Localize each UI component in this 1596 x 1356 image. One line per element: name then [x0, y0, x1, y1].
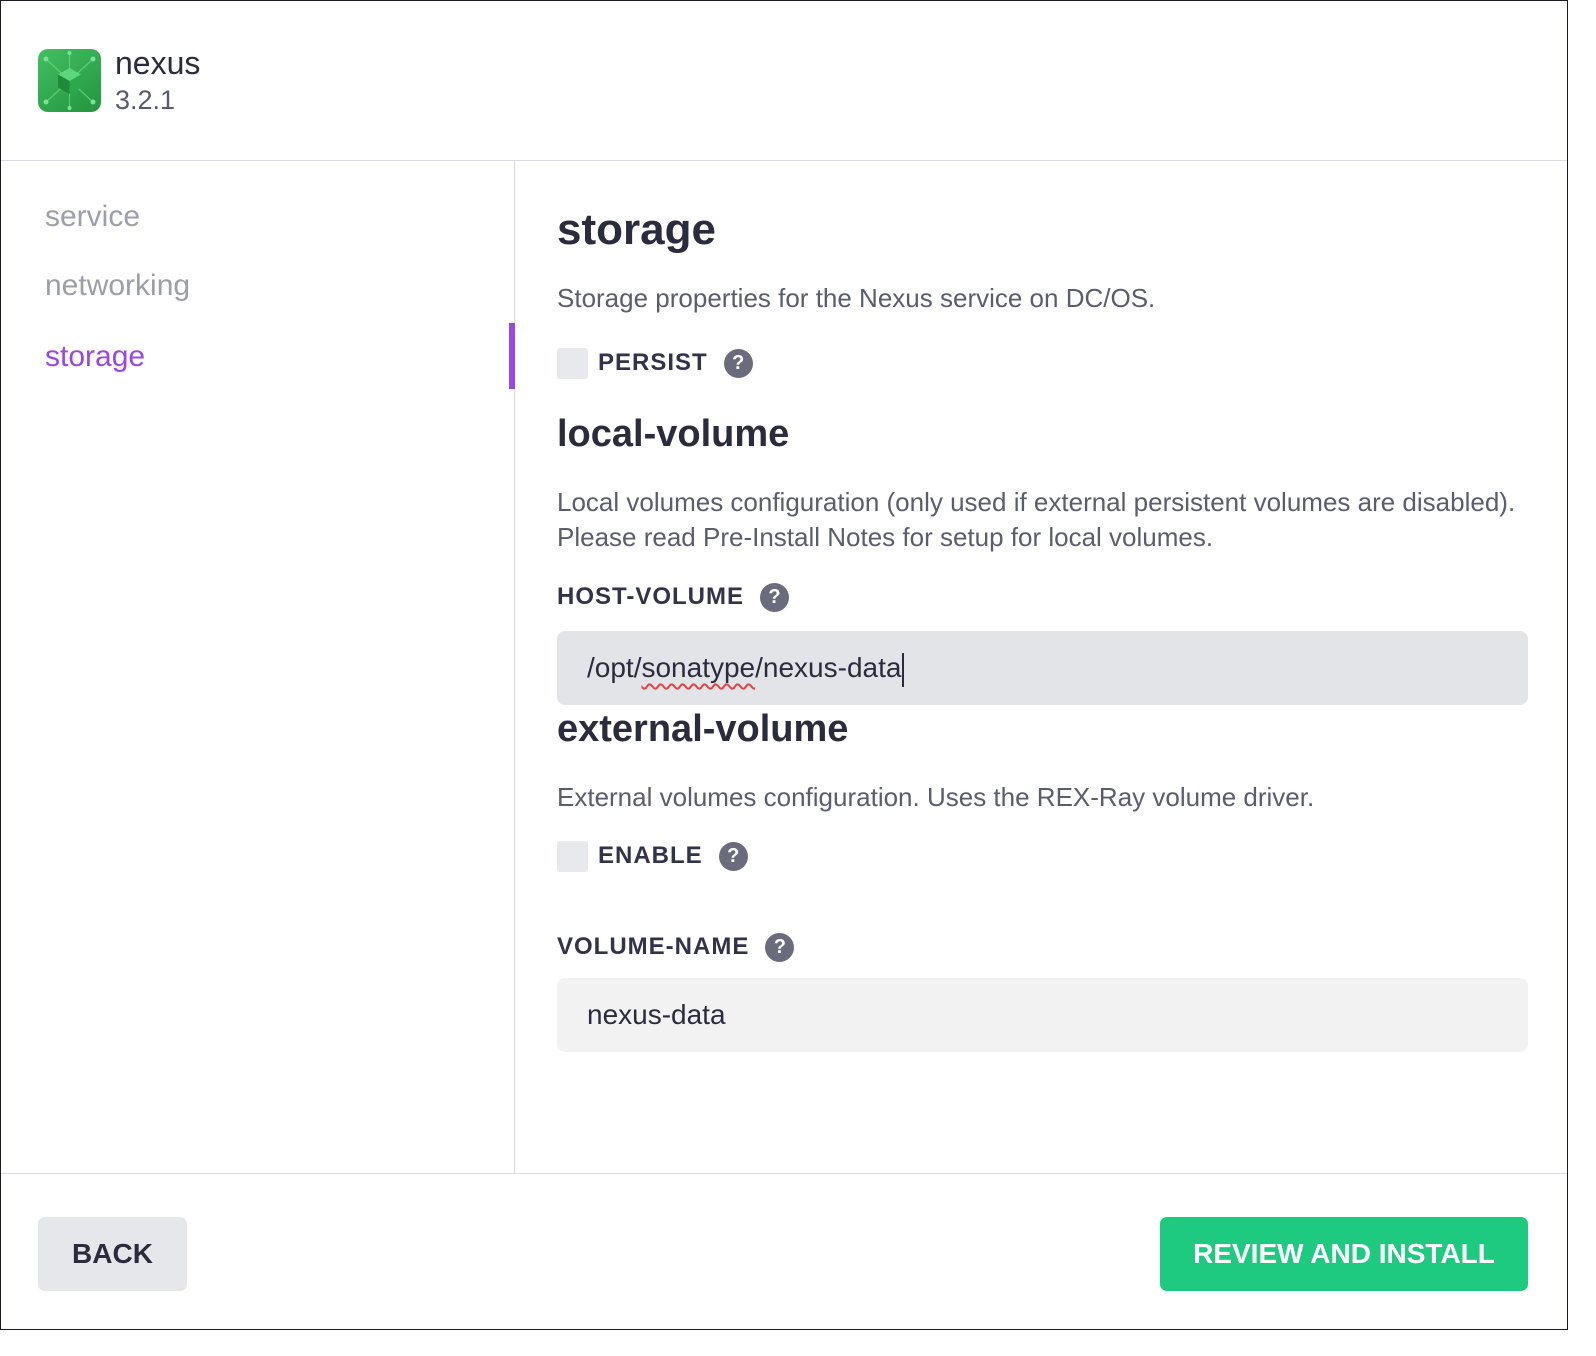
section-title: storage	[557, 205, 716, 254]
section-description: Storage properties for the Nexus service…	[557, 283, 1156, 313]
spellcheck-word: sonatype	[641, 652, 756, 683]
back-button[interactable]: BACK	[38, 1217, 187, 1291]
external-volume-title: external-volume	[557, 708, 849, 750]
sidebar-item-networking[interactable]: networking	[45, 268, 190, 304]
volume-name-input[interactable]: nexus-data	[557, 978, 1528, 1052]
local-volume-description: Local volumes configuration (only used i…	[557, 487, 1516, 552]
persist-checkbox[interactable]	[557, 347, 588, 379]
help-icon[interactable]: ?	[718, 841, 748, 871]
external-volume-description: External volumes configuration. Uses the…	[557, 782, 1315, 812]
app-name: nexus	[115, 45, 201, 81]
host-volume-input[interactable]: /opt/sonatype/nexus-data	[557, 631, 1528, 705]
sidebar-item-service[interactable]: service	[45, 199, 140, 235]
host-volume-label: HOST-VOLUME	[557, 583, 745, 610]
sidebar-item-storage[interactable]: storage	[45, 339, 145, 375]
app-version: 3.2.1	[115, 85, 176, 115]
volume-name-label-row: VOLUME-NAME ?	[557, 930, 795, 964]
local-volume-title: local-volume	[557, 413, 790, 455]
host-volume-label-row: HOST-VOLUME ?	[557, 580, 790, 614]
modal-footer: BACK REVIEW AND INSTALL	[1, 1173, 1567, 1332]
host-volume-value-prefix: /opt/	[587, 652, 642, 683]
persist-label: PERSIST	[598, 349, 708, 376]
storage-form: storage Storage properties for the Nexus…	[557, 161, 1532, 1173]
review-and-install-button[interactable]: REVIEW AND INSTALL	[1160, 1217, 1528, 1291]
enable-checkbox[interactable]	[557, 840, 588, 872]
enable-row: ENABLE ?	[557, 839, 748, 873]
nexus-cube-icon	[38, 49, 101, 112]
modal-header: nexus 3.2.1	[1, 1, 1567, 161]
help-icon[interactable]: ?	[765, 932, 795, 962]
host-volume-value-suffix: /nexus-data	[755, 652, 902, 683]
volume-name-label: VOLUME-NAME	[557, 933, 750, 960]
text-caret	[902, 652, 905, 687]
config-sidebar: service networking storage	[1, 161, 515, 1173]
help-icon[interactable]: ?	[760, 582, 790, 612]
active-nav-indicator	[509, 323, 515, 389]
install-modal: nexus 3.2.1 service networking storage s…	[0, 0, 1568, 1330]
persist-row: PERSIST ?	[557, 346, 753, 380]
enable-label: ENABLE	[598, 842, 703, 869]
help-icon[interactable]: ?	[723, 348, 753, 378]
